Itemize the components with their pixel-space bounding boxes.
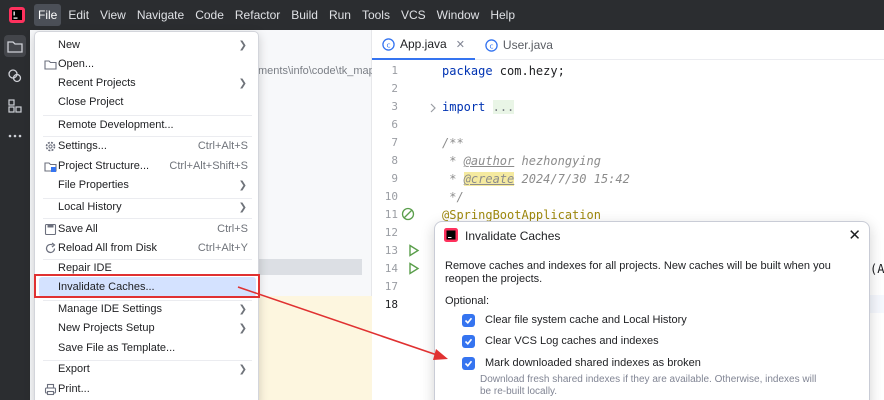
annotation-arrow (237, 286, 448, 360)
